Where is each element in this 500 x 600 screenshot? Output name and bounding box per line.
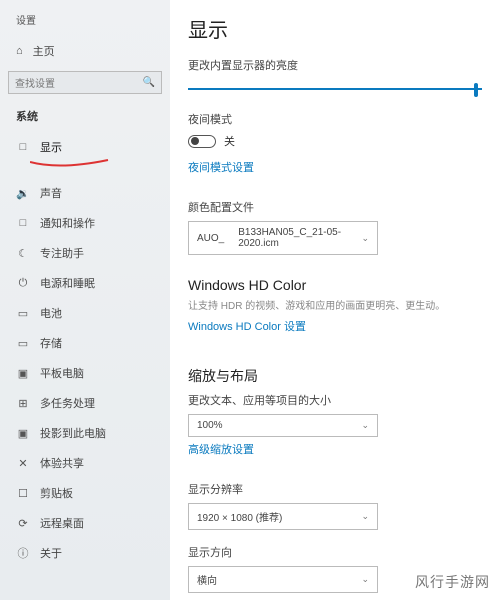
resolution-value: 1920 × 1080 (推荐) [197, 509, 282, 524]
sidebar-item-label: 体验共享 [40, 455, 84, 471]
scale-desc: 更改文本、应用等项目的大小 [188, 392, 482, 408]
share-icon: ✕ [16, 457, 30, 470]
color-profile-select[interactable]: AUO_ B133HAN05_C_21-05-2020.icm ⌄ [188, 221, 378, 255]
chevron-down-icon: ⌄ [361, 511, 369, 522]
clipboard-icon: ☐ [16, 487, 30, 500]
hd-color-desc: 让支持 HDR 的视频、游戏和应用的画面更明亮、更生动。 [188, 299, 482, 314]
slider-track [188, 88, 482, 90]
notifications-icon: □ [16, 217, 30, 229]
toggle-knob [191, 137, 199, 145]
advanced-scale-link[interactable]: 高级缩放设置 [188, 441, 254, 457]
night-mode-value: 关 [224, 133, 235, 149]
sidebar-item-label: 关于 [40, 545, 62, 561]
main-content: 显示 更改内置显示器的亮度 夜间模式 关 夜间模式设置 颜色配置文件 AUO_ … [170, 0, 500, 600]
night-mode-toggle[interactable] [188, 135, 216, 148]
brightness-slider[interactable] [188, 81, 482, 97]
sidebar-item-label: 投影到此电脑 [40, 425, 106, 441]
sidebar-item-about[interactable]: ⓘ 关于 [8, 538, 170, 568]
storage-icon: ▭ [16, 337, 30, 350]
night-mode-label: 夜间模式 [188, 111, 482, 127]
sidebar-item-focus[interactable]: ☾ 专注助手 [8, 238, 170, 268]
hd-color-title: Windows HD Color [188, 277, 482, 293]
scale-title: 缩放与布局 [188, 366, 482, 386]
chevron-down-icon: ⌄ [361, 574, 369, 585]
sidebar-item-tablet[interactable]: ▣ 平板电脑 [8, 358, 170, 388]
sidebar-item-label: 通知和操作 [40, 215, 95, 231]
sidebar-item-label: 存储 [40, 335, 62, 351]
highlight-underline [30, 158, 170, 174]
sidebar-item-label: 声音 [40, 185, 62, 201]
sound-icon: 🔉 [16, 187, 30, 200]
home-icon: ⌂ [16, 45, 23, 57]
sidebar-item-label: 剪贴板 [40, 485, 73, 501]
display-icon: □ [16, 141, 30, 153]
remote-icon: ⟳ [16, 517, 30, 530]
chevron-down-icon: ⌄ [361, 420, 369, 431]
sidebar-item-project[interactable]: ▣ 投影到此电脑 [8, 418, 170, 448]
sidebar-item-notifications[interactable]: □ 通知和操作 [8, 208, 170, 238]
color-profile-value: B133HAN05_C_21-05-2020.icm [238, 227, 347, 249]
sidebar-item-storage[interactable]: ▭ 存储 [8, 328, 170, 358]
sidebar-item-sound[interactable]: 🔉 声音 [8, 178, 170, 208]
sidebar-item-power[interactable]: ⏻ 电源和睡眠 [8, 268, 170, 298]
chevron-down-icon: ⌄ [361, 233, 369, 244]
sidebar-item-clipboard[interactable]: ☐ 剪贴板 [8, 478, 170, 508]
orientation-value: 横向 [197, 572, 217, 587]
tablet-icon: ▣ [16, 367, 30, 380]
power-icon: ⏻ [16, 277, 30, 290]
page-title: 显示 [188, 14, 482, 43]
sidebar-item-label: 平板电脑 [40, 365, 84, 381]
watermark: 风行手游网 [415, 572, 490, 592]
sidebar-item-multitask[interactable]: ⊞ 多任务处理 [8, 388, 170, 418]
scale-value: 100% [197, 420, 223, 431]
home-label: 主页 [33, 43, 55, 59]
hd-color-link[interactable]: Windows HD Color 设置 [188, 318, 306, 334]
orientation-select[interactable]: 横向 ⌄ [188, 566, 378, 593]
multitask-icon: ⊞ [16, 397, 30, 410]
color-profile-prefix: AUO_ [197, 233, 224, 244]
sidebar-item-label: 显示 [40, 139, 62, 155]
night-mode-settings-link[interactable]: 夜间模式设置 [188, 159, 254, 175]
brightness-label: 更改内置显示器的亮度 [188, 57, 482, 73]
resolution-label: 显示分辨率 [188, 481, 482, 497]
section-label: 系统 [8, 104, 170, 132]
sidebar-item-label: 专注助手 [40, 245, 84, 261]
sidebar-item-share[interactable]: ✕ 体验共享 [8, 448, 170, 478]
sidebar-item-label: 远程桌面 [40, 515, 84, 531]
slider-thumb[interactable] [474, 83, 478, 97]
orientation-label: 显示方向 [188, 544, 482, 560]
scale-select[interactable]: 100% ⌄ [188, 414, 378, 437]
sidebar-item-remote[interactable]: ⟳ 远程桌面 [8, 508, 170, 538]
sidebar-item-label: 多任务处理 [40, 395, 95, 411]
app-title: 设置 [8, 8, 170, 37]
about-icon: ⓘ [16, 545, 30, 561]
project-icon: ▣ [16, 427, 30, 440]
home-nav[interactable]: ⌂ 主页 [8, 37, 170, 65]
color-profile-label: 颜色配置文件 [188, 199, 482, 215]
search-placeholder: 查找设置 [15, 75, 55, 90]
sidebar-item-battery[interactable]: ▭ 电池 [8, 298, 170, 328]
sidebar-item-label: 电源和睡眠 [40, 275, 95, 291]
search-input[interactable]: 查找设置 🔍 [8, 71, 162, 94]
search-icon: 🔍 [143, 77, 155, 88]
resolution-select[interactable]: 1920 × 1080 (推荐) ⌄ [188, 503, 378, 530]
focus-icon: ☾ [16, 247, 30, 260]
sidebar-item-label: 电池 [40, 305, 62, 321]
battery-icon: ▭ [16, 307, 30, 320]
sidebar: 设置 ⌂ 主页 查找设置 🔍 系统 □ 显示 🔉 声音 □ 通知和操作 ☾ 专注… [0, 0, 170, 600]
